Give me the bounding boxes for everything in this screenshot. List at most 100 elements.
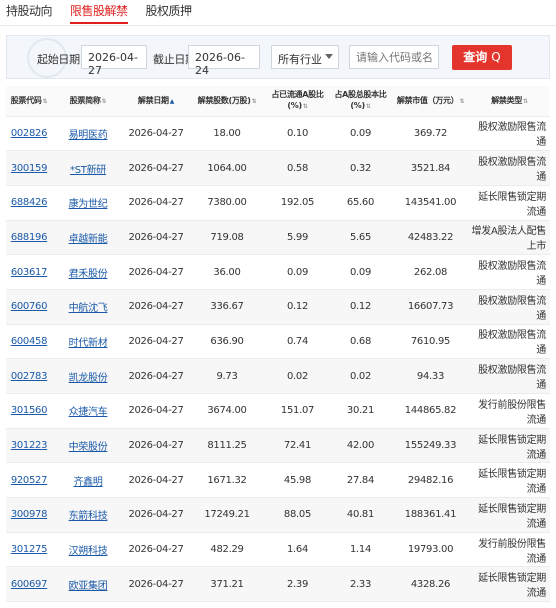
cell-shares: 18.00 <box>188 116 266 152</box>
cell-name[interactable]: 欧亚集团 <box>52 566 124 603</box>
industry-select-value: 所有行业 <box>278 53 322 66</box>
cell-name[interactable]: 众捷汽车 <box>52 393 124 429</box>
cell-market-value: 42483.22 <box>392 220 469 256</box>
cell-name[interactable]: 康为世纪 <box>52 185 124 221</box>
cell-name[interactable]: 东箭科技 <box>52 497 124 533</box>
cell-code[interactable]: 688196 <box>6 220 52 256</box>
query-button[interactable]: 查询 Q <box>452 45 512 70</box>
cell-code[interactable]: 600458 <box>6 324 52 360</box>
cell-code[interactable]: 301275 <box>6 532 52 568</box>
cell-type: 股权激励限售流通 <box>469 254 550 290</box>
cell-market-value: 262.08 <box>392 254 469 290</box>
col-header-date[interactable]: 解禁日期▲ <box>124 86 188 117</box>
cell-name[interactable]: 凯龙股份 <box>52 358 124 394</box>
col-header-float-ratio[interactable]: 占已流通A股比(%)⇅ <box>266 86 329 117</box>
cell-shares: 1064.00 <box>188 150 266 186</box>
cell-name[interactable]: 中荣股份 <box>52 428 124 464</box>
col-header-total-ratio[interactable]: 占A股总股本比(%)⇅ <box>329 86 392 117</box>
sort-icon: ⇅ <box>42 97 48 105</box>
cell-total-ratio: 0.09 <box>329 116 392 152</box>
cell-name[interactable]: 易明医药 <box>52 116 124 152</box>
cell-market-value: 143541.00 <box>392 185 469 221</box>
table-row: 600697 欧亚集团 2026-04-27 371.21 2.39 2.33 4328.2… <box>6 566 550 603</box>
cell-shares: 636.90 <box>188 324 266 360</box>
cell-date: 2026-04-27 <box>124 116 188 152</box>
cell-float-ratio: 0.09 <box>266 254 329 290</box>
cell-code[interactable]: 920527 <box>6 462 52 499</box>
unlock-table: 股票代码⇅ 股票简称⇅ 解禁日期▲ 解禁股数(万股)⇅ 占已流通A股比(%)⇅ … <box>6 86 550 603</box>
cell-code[interactable]: 301223 <box>6 428 52 464</box>
industry-select[interactable]: 所有行业 <box>271 45 339 69</box>
cell-float-ratio: 1.64 <box>266 532 329 568</box>
cell-shares: 8111.25 <box>188 428 266 464</box>
cell-float-ratio: 88.05 <box>266 497 329 533</box>
cell-total-ratio: 0.02 <box>329 358 392 394</box>
col-header-shares[interactable]: 解禁股数(万股)⇅ <box>188 86 266 117</box>
table-row: 301275 汉朔科技 2026-04-27 482.29 1.64 1.14 19793.… <box>6 532 550 568</box>
col-header-name[interactable]: 股票简称⇅ <box>52 86 124 117</box>
cell-code[interactable]: 300159 <box>6 150 52 186</box>
cell-market-value: 369.72 <box>392 116 469 152</box>
cell-name[interactable]: 君禾股份 <box>52 254 124 290</box>
table-row: 600458 时代新材 2026-04-27 636.90 0.74 0.68 7610.9… <box>6 324 550 360</box>
cell-code[interactable]: 002783 <box>6 358 52 394</box>
cell-type: 股权激励限售流通 <box>469 358 550 394</box>
end-date-input[interactable]: 2026-06-24 <box>188 45 260 77</box>
search-input[interactable] <box>349 45 439 69</box>
cell-name[interactable]: 卓越新能 <box>52 220 124 256</box>
cell-date: 2026-04-27 <box>124 358 188 394</box>
col-header-type[interactable]: 解禁类型⇅ <box>469 86 550 117</box>
cell-shares: 36.00 <box>188 254 266 290</box>
sort-icon: ⇅ <box>101 97 107 105</box>
cell-name[interactable]: 汉朔科技 <box>52 532 124 568</box>
cell-type: 股权激励限售流通 <box>469 324 550 360</box>
tab-equity-pledge[interactable]: 股权质押 <box>146 0 193 24</box>
cell-type: 发行前股份限售流通 <box>469 532 550 568</box>
cell-total-ratio: 30.21 <box>329 393 392 429</box>
cell-shares: 9.73 <box>188 358 266 394</box>
cell-date: 2026-04-27 <box>124 220 188 256</box>
cell-name[interactable]: *ST新研 <box>52 150 124 186</box>
cell-code[interactable]: 688426 <box>6 185 52 221</box>
cell-total-ratio: 2.33 <box>329 566 392 603</box>
table-row: 301223 中荣股份 2026-04-27 8111.25 72.41 42.00 155… <box>6 428 550 464</box>
cell-float-ratio: 5.99 <box>266 220 329 256</box>
cell-code[interactable]: 600760 <box>6 289 52 325</box>
col-header-code[interactable]: 股票代码⇅ <box>6 86 52 117</box>
cell-float-ratio: 0.58 <box>266 150 329 186</box>
cell-date: 2026-04-27 <box>124 150 188 186</box>
cell-float-ratio: 0.10 <box>266 116 329 152</box>
cell-market-value: 188361.41 <box>392 497 469 533</box>
table-row: 688196 卓越新能 2026-04-27 719.08 5.99 5.65 42483.… <box>6 220 550 256</box>
cell-total-ratio: 27.84 <box>329 462 392 499</box>
cell-code[interactable]: 002826 <box>6 116 52 152</box>
cell-market-value: 155249.33 <box>392 428 469 464</box>
cell-total-ratio: 0.68 <box>329 324 392 360</box>
cell-code[interactable]: 301560 <box>6 393 52 429</box>
cell-type: 股权激励限售流通 <box>469 289 550 325</box>
tab-restricted-unlock[interactable]: 限售股解禁 <box>70 0 128 24</box>
cell-shares: 1671.32 <box>188 462 266 499</box>
cell-float-ratio: 0.12 <box>266 289 329 325</box>
cell-date: 2026-04-27 <box>124 428 188 464</box>
cell-market-value: 16607.73 <box>392 289 469 325</box>
cell-date: 2026-04-27 <box>124 289 188 325</box>
cell-shares: 371.21 <box>188 566 266 603</box>
tab-holdings-trend[interactable]: 持股动向 <box>6 0 53 24</box>
col-header-market-value[interactable]: 解禁市值（万元）⇅ <box>392 86 469 117</box>
table-row: 300978 东箭科技 2026-04-27 17249.21 88.05 40.81 18… <box>6 497 550 533</box>
cell-name[interactable]: 齐鑫明 <box>52 462 124 499</box>
cell-date: 2026-04-27 <box>124 393 188 429</box>
cell-name[interactable]: 中航沈飞 <box>52 289 124 325</box>
cell-name[interactable]: 时代新材 <box>52 324 124 360</box>
cell-code[interactable]: 300978 <box>6 497 52 533</box>
table-header-row: 股票代码⇅ 股票简称⇅ 解禁日期▲ 解禁股数(万股)⇅ 占已流通A股比(%)⇅ … <box>6 86 550 117</box>
cell-code[interactable]: 603617 <box>6 254 52 290</box>
table-row: 301560 众捷汽车 2026-04-27 3674.00 151.07 30.21 14… <box>6 393 550 429</box>
cell-market-value: 94.33 <box>392 358 469 394</box>
table-row: 002826 易明医药 2026-04-27 18.00 0.10 0.09 369.72 股… <box>6 116 550 152</box>
cell-type: 股权激励限售流通 <box>469 116 550 152</box>
cell-date: 2026-04-27 <box>124 324 188 360</box>
start-date-input[interactable]: 2026-04-27 <box>81 45 147 77</box>
cell-code[interactable]: 600697 <box>6 566 52 603</box>
